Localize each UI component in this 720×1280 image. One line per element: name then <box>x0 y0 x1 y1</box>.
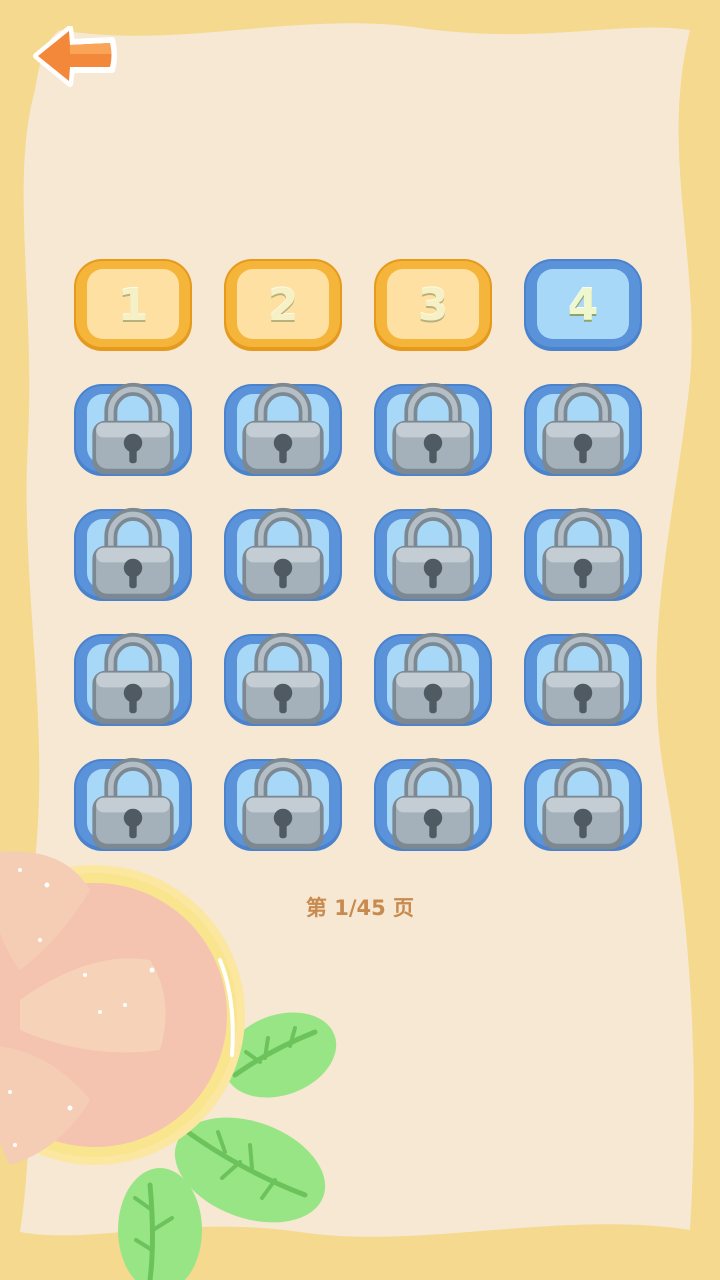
lock-icon <box>392 507 474 600</box>
level-tile-locked[interactable] <box>72 507 194 603</box>
level-tile-locked[interactable] <box>222 632 344 728</box>
level-tile-3[interactable]: 3 <box>372 257 494 353</box>
level-tile-locked[interactable] <box>522 757 644 853</box>
level-tile-locked[interactable] <box>372 757 494 853</box>
level-tile-locked[interactable] <box>72 757 194 853</box>
level-tile-locked[interactable] <box>372 507 494 603</box>
page-indicator: 第 1/45 页 <box>305 896 415 920</box>
level-tile-locked[interactable] <box>372 632 494 728</box>
level-tile-locked[interactable] <box>522 632 644 728</box>
lock-icon <box>92 382 174 475</box>
level-tile-locked[interactable] <box>372 382 494 478</box>
back-button[interactable] <box>32 25 118 88</box>
level-number: 1 <box>117 279 149 331</box>
level-number: 2 <box>267 279 299 331</box>
level-tile-locked[interactable] <box>222 507 344 603</box>
lock-icon <box>542 507 624 600</box>
lock-icon <box>542 757 624 850</box>
lock-icon <box>92 632 174 725</box>
level-tile-locked[interactable] <box>522 507 644 603</box>
level-tile-4[interactable]: 4 <box>522 257 644 353</box>
lock-icon <box>242 632 324 725</box>
lock-icon <box>242 507 324 600</box>
level-tile-locked[interactable] <box>222 382 344 478</box>
level-number: 3 <box>417 279 449 331</box>
level-tile-locked[interactable] <box>522 382 644 478</box>
lock-icon <box>92 507 174 600</box>
lock-icon <box>242 757 324 850</box>
level-tile-1[interactable]: 1 <box>72 257 194 353</box>
lock-icon <box>392 632 474 725</box>
lock-icon <box>542 632 624 725</box>
lock-icon <box>392 382 474 475</box>
level-grid: 1 2 3 4 <box>72 257 644 855</box>
level-tile-locked[interactable] <box>72 632 194 728</box>
level-tile-locked[interactable] <box>72 382 194 478</box>
back-arrow-icon <box>33 25 117 87</box>
lock-icon <box>242 382 324 475</box>
level-tile-2[interactable]: 2 <box>222 257 344 353</box>
lock-icon <box>92 757 174 850</box>
level-tile-locked[interactable] <box>222 757 344 853</box>
lock-icon <box>392 757 474 850</box>
lock-icon <box>542 382 624 475</box>
level-number: 4 <box>567 279 599 331</box>
